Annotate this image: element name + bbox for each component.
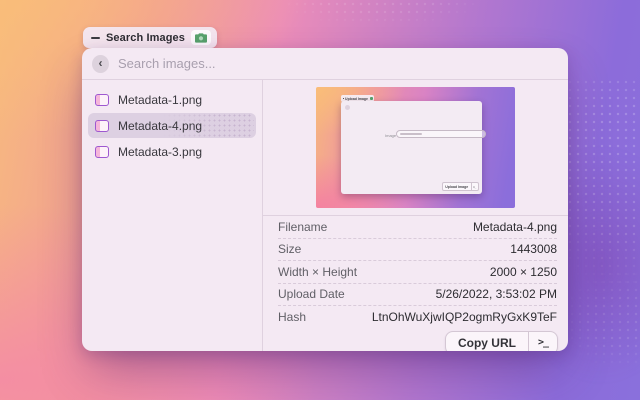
halftone-dots-decoration xyxy=(560,270,640,370)
metadata-row-filename: Filename Metadata-4.png xyxy=(278,216,557,239)
file-list-item-selected[interactable]: Metadata-4.png xyxy=(88,113,256,138)
metadata-label: Filename xyxy=(278,220,327,234)
mini-input-field xyxy=(396,130,486,138)
back-chevron-icon: ‹ xyxy=(99,57,103,69)
mini-form-label: Image xyxy=(385,133,396,138)
terminal-icon-button[interactable]: >_ xyxy=(529,332,557,352)
preview-area: Upload Image Image Upload Image >_ xyxy=(263,80,568,216)
actions-bar: Copy URL >_ xyxy=(263,328,568,352)
copy-url-button-group: Copy URL >_ xyxy=(445,331,558,352)
minimize-dash-icon xyxy=(91,37,100,39)
file-list-item[interactable]: Metadata-3.png xyxy=(88,139,256,164)
image-file-icon xyxy=(95,94,109,106)
search-input[interactable]: Search images... xyxy=(118,56,216,71)
image-file-icon xyxy=(95,146,109,158)
file-name: Metadata-1.png xyxy=(118,93,202,107)
metadata-value: Metadata-4.png xyxy=(473,220,557,234)
image-preview-thumbnail[interactable]: Upload Image Image Upload Image >_ xyxy=(316,87,515,208)
metadata-row-upload-date: Upload Date 5/26/2022, 3:53:02 PM xyxy=(278,284,557,307)
window-content: Metadata-1.png Metadata-4.png Metadata-3… xyxy=(82,80,568,351)
metadata-value: 1443008 xyxy=(510,242,557,256)
metadata-value: 5/26/2022, 3:53:02 PM xyxy=(436,287,557,301)
mini-input-placeholder-bar xyxy=(400,133,422,135)
detail-pane: Upload Image Image Upload Image >_ xyxy=(263,80,568,351)
mini-dash-icon xyxy=(343,98,344,99)
halftone-dots-decoration xyxy=(285,0,475,24)
mini-upload-button-label: Upload Image xyxy=(443,185,471,189)
window-title: Search Images xyxy=(106,32,185,44)
file-list: Metadata-1.png Metadata-4.png Metadata-3… xyxy=(82,80,263,351)
metadata-label: Width × Height xyxy=(278,265,357,279)
metadata-label: Hash xyxy=(278,310,306,324)
mini-window-title: Upload Image xyxy=(345,97,368,101)
search-bar: ‹ Search images... xyxy=(82,48,568,80)
metadata-value: LtnOhWuXjwIQP2ogmRyGxK9TeF xyxy=(372,310,557,324)
metadata-row-size: Size 1443008 xyxy=(278,239,557,262)
search-images-window: ‹ Search images... Metadata-1.png Metada… xyxy=(82,48,568,351)
preview-mini-window: Image Upload Image >_ xyxy=(341,101,482,194)
metadata-row-dimensions: Width × Height 2000 × 1250 xyxy=(278,261,557,284)
file-name: Metadata-4.png xyxy=(118,119,202,133)
mini-camera-icon xyxy=(370,97,373,100)
file-list-item[interactable]: Metadata-1.png xyxy=(88,87,256,112)
copy-url-button[interactable]: Copy URL xyxy=(446,332,528,352)
mini-back-button xyxy=(345,105,350,110)
camera-badge[interactable] xyxy=(191,30,211,45)
image-file-icon xyxy=(95,120,109,132)
mini-upload-button: Upload Image >_ xyxy=(442,182,479,191)
mini-terminal-icon: >_ xyxy=(471,185,478,189)
metadata-value: 2000 × 1250 xyxy=(490,265,557,279)
window-title-tab[interactable]: Search Images xyxy=(83,27,217,48)
camera-icon xyxy=(195,33,207,43)
metadata-label: Upload Date xyxy=(278,287,345,301)
back-button[interactable]: ‹ xyxy=(92,55,109,73)
metadata-row-hash: Hash LtnOhWuXjwIQP2ogmRyGxK9TeF xyxy=(278,306,557,328)
metadata-label: Size xyxy=(278,242,301,256)
metadata-table: Filename Metadata-4.png Size 1443008 Wid… xyxy=(263,216,568,328)
file-name: Metadata-3.png xyxy=(118,145,202,159)
